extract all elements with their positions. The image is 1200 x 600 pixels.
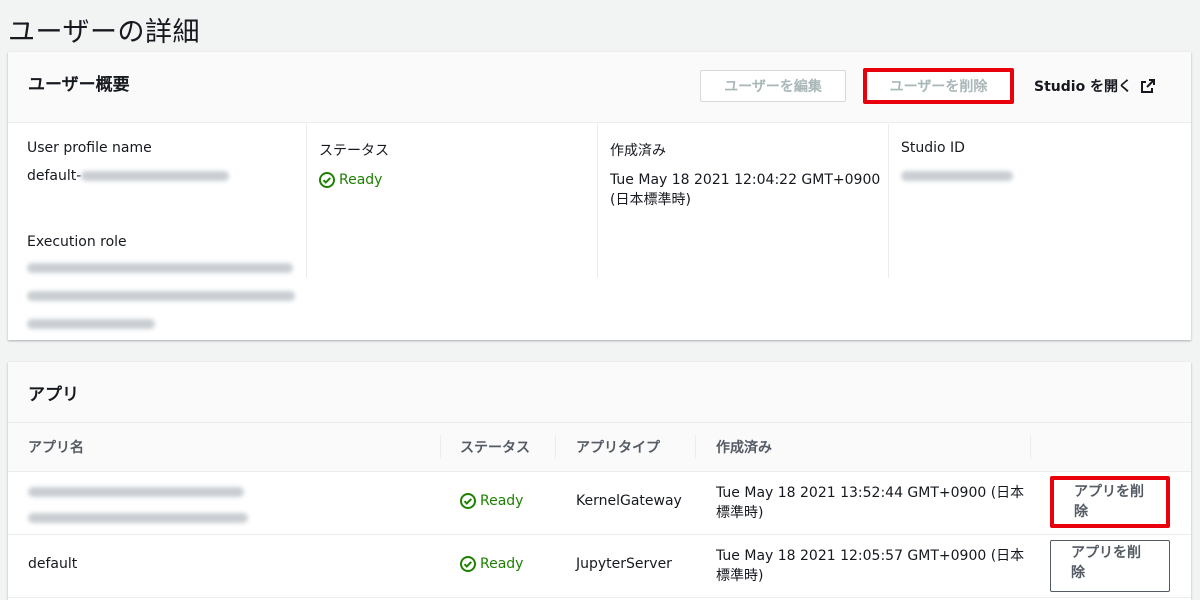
app-status-text: Ready bbox=[480, 493, 524, 509]
table-row: default Ready JupyterServer Tue May 18 2… bbox=[8, 535, 1191, 598]
redacted-text bbox=[28, 487, 244, 497]
execution-role-column: Execution role bbox=[27, 226, 307, 380]
created-line-2: (日本標準時) bbox=[610, 192, 691, 208]
apps-table: アプリ名 ステータス アプリタイプ 作成済み Ready KernelGatew… bbox=[8, 423, 1191, 598]
column-header-created[interactable]: 作成済み bbox=[716, 437, 772, 457]
open-studio-label: Studio を開く bbox=[1034, 79, 1133, 95]
studio-id-column: Studio ID bbox=[888, 124, 1179, 278]
redacted-text bbox=[27, 319, 155, 329]
success-check-icon bbox=[460, 493, 476, 509]
studio-id-value bbox=[901, 166, 1179, 186]
table-row: Ready KernelGateway Tue May 18 2021 13:5… bbox=[8, 472, 1191, 535]
redacted-text bbox=[27, 263, 293, 273]
app-name-cell bbox=[28, 484, 248, 526]
user-summary-heading: ユーザー概要 bbox=[28, 75, 130, 95]
profile-name-prefix: default- bbox=[27, 168, 82, 184]
redacted-text bbox=[27, 291, 295, 301]
profile-name-label: User profile name bbox=[27, 140, 152, 156]
table-header: アプリ名 ステータス アプリタイプ 作成済み bbox=[8, 423, 1191, 472]
created-line-1: Tue May 18 2021 12:04:22 GMT+0900 bbox=[610, 172, 881, 188]
external-link-icon bbox=[1141, 79, 1156, 93]
success-check-icon bbox=[319, 172, 335, 188]
delete-app-button[interactable]: アプリを削 除 bbox=[1050, 540, 1170, 592]
success-check-icon bbox=[460, 556, 476, 572]
apps-panel: アプリ アプリ名 ステータス アプリタイプ 作成済み Ready KernelG… bbox=[8, 362, 1191, 600]
column-header-app-name[interactable]: アプリ名 bbox=[28, 437, 84, 457]
delete-user-label: ユーザーを削除 bbox=[889, 79, 988, 95]
app-status-cell: Ready bbox=[460, 556, 523, 572]
delete-app-button[interactable]: アプリを削 除 bbox=[1050, 476, 1170, 528]
delete-app-label-1: アプリを削 bbox=[1074, 484, 1144, 500]
user-summary-header: ユーザー概要 ユーザーを編集 ユーザーを削除 Studio を開く bbox=[8, 52, 1191, 123]
studio-id-label: Studio ID bbox=[901, 140, 965, 156]
app-created-cell: Tue May 18 2021 13:52:44 GMT+0900 (日本 標準… bbox=[716, 483, 1024, 523]
apps-heading: アプリ bbox=[28, 385, 79, 405]
user-summary-panel: ユーザー概要 ユーザーを編集 ユーザーを削除 Studio を開く User p… bbox=[8, 52, 1191, 340]
status-label: ステータス bbox=[319, 143, 389, 159]
app-type-cell: KernelGateway bbox=[576, 493, 682, 509]
redacted-text bbox=[28, 513, 248, 523]
created-column: 作成済み Tue May 18 2021 12:04:22 GMT+0900 (… bbox=[597, 124, 888, 278]
app-created-line-1: Tue May 18 2021 12:05:57 GMT+0900 (日本 bbox=[716, 548, 1025, 564]
status-column: ステータス Ready bbox=[306, 124, 597, 278]
status-value: Ready bbox=[319, 170, 597, 190]
created-label: 作成済み bbox=[610, 143, 666, 159]
edit-user-button[interactable]: ユーザーを編集 bbox=[700, 70, 846, 102]
execution-role-value bbox=[27, 258, 307, 334]
app-status-text: Ready bbox=[480, 556, 524, 572]
page-title: ユーザーの詳細 bbox=[8, 17, 200, 48]
column-header-app-type[interactable]: アプリタイプ bbox=[576, 437, 660, 457]
delete-app-label-2: 除 bbox=[1071, 565, 1085, 581]
status-text: Ready bbox=[339, 172, 383, 188]
created-value: Tue May 18 2021 12:04:22 GMT+0900 (日本標準時… bbox=[610, 170, 888, 210]
app-type-cell: JupyterServer bbox=[576, 556, 672, 572]
app-created-line-2: 標準時) bbox=[716, 568, 764, 584]
delete-app-label-1: アプリを削 bbox=[1071, 545, 1141, 561]
profile-name-value: default- bbox=[27, 166, 307, 186]
app-created-line-2: 標準時) bbox=[716, 505, 764, 521]
redacted-text bbox=[901, 171, 1013, 181]
app-created-line-1: Tue May 18 2021 13:52:44 GMT+0900 (日本 bbox=[716, 485, 1025, 501]
execution-role-label: Execution role bbox=[27, 234, 127, 250]
app-status-cell: Ready bbox=[460, 493, 523, 509]
app-name-cell: default bbox=[28, 556, 78, 572]
delete-app-label-2: 除 bbox=[1074, 504, 1088, 520]
delete-user-button[interactable]: ユーザーを削除 bbox=[863, 68, 1014, 104]
open-studio-link[interactable]: Studio を開く bbox=[1034, 76, 1156, 96]
column-header-status[interactable]: ステータス bbox=[460, 437, 530, 457]
redacted-text bbox=[81, 171, 230, 181]
apps-header: アプリ bbox=[8, 362, 1191, 423]
app-created-cell: Tue May 18 2021 12:05:57 GMT+0900 (日本 標準… bbox=[716, 546, 1024, 586]
